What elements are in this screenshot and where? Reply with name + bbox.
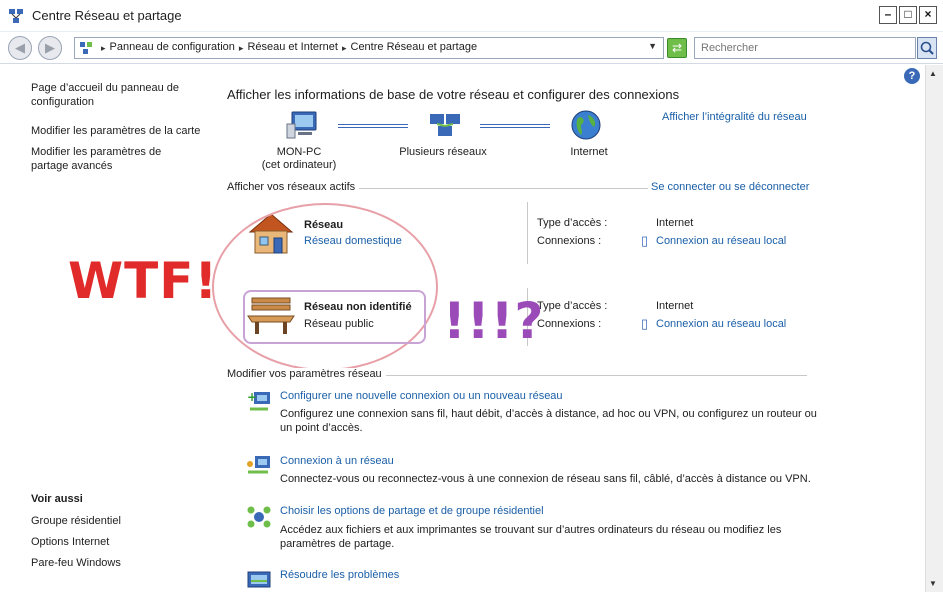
address-bar[interactable]: ▸ Panneau de configuration ▸ Réseau et I… [74, 37, 664, 59]
breadcrumb-item-control-panel[interactable]: Panneau de configuration [110, 41, 235, 55]
access-type-label: Type d’accès : [537, 300, 608, 312]
annotation-question: !!!? [443, 292, 545, 350]
modify-settings-title: Modifier vos paramètres réseau [227, 368, 386, 380]
breadcrumb-item-network-center[interactable]: Centre Réseau et partage [351, 41, 478, 55]
task-sharing-options[interactable]: Choisir les options de partage et de gro… [280, 505, 544, 517]
full-map-link[interactable]: Afficher l’intégralité du réseau [662, 111, 807, 123]
search-box [694, 37, 916, 59]
ethernet-icon: ▯ [641, 316, 649, 331]
map-node-networks: Plusieurs réseaux [399, 146, 487, 158]
connections-label: Connexions : [537, 318, 602, 330]
window-title: Centre Réseau et partage [32, 8, 182, 23]
networks-icon[interactable] [428, 110, 462, 140]
map-node-pc-sub: (cet ordinateur) [261, 159, 337, 171]
map-node-pc-label: MON-PC [276, 146, 322, 158]
task-new-connection[interactable]: Configurer une nouvelle connexion ou un … [280, 390, 563, 402]
access-type-label: Type d’accès : [537, 217, 608, 229]
connection-link[interactable]: Connexion au réseau local [656, 235, 786, 247]
sidebar-link-adapter-settings[interactable]: Modifier les paramètres de la carte [31, 124, 211, 138]
network-center-icon [9, 9, 23, 23]
annotation-box [243, 290, 426, 344]
task-new-connection-desc: Configurez une connexion sans fil, haut … [280, 408, 817, 434]
close-button[interactable]: × [919, 6, 937, 24]
annotation-wtf: WTF! [68, 252, 219, 310]
divider [527, 202, 528, 264]
globe-icon[interactable] [570, 109, 602, 141]
forward-button[interactable]: ▶ [38, 36, 62, 60]
computer-icon[interactable] [286, 110, 320, 140]
connections-label: Connexions : [537, 235, 602, 247]
active-networks-title: Afficher vos réseaux actifs [227, 181, 360, 193]
troubleshoot-icon [247, 571, 271, 588]
map-node-pc: MON-PC (cet ordinateur) [255, 146, 343, 172]
task-connect-network[interactable]: Connexion à un réseau [280, 455, 394, 467]
sidebar-link-advanced-sharing[interactable]: Modifier les paramètres de partage avanc… [31, 145, 171, 173]
connect-network-icon [247, 456, 270, 474]
new-connection-icon: + [247, 390, 270, 411]
help-button[interactable]: ? [904, 68, 920, 84]
access-type-value: Internet [656, 300, 694, 312]
search-button[interactable] [917, 37, 937, 59]
task-troubleshoot[interactable]: Résoudre les problèmes [280, 569, 399, 581]
connect-disconnect-link[interactable]: Se connecter ou se déconnecter [648, 181, 810, 193]
sidebar-link-firewall[interactable]: Pare-feu Windows [31, 556, 121, 570]
access-type-value: Internet [656, 217, 694, 229]
title-bar: Centre Réseau et partage – □ × [0, 0, 943, 32]
sharing-icon [247, 506, 271, 528]
sidebar-link-home[interactable]: Page d’accueil du panneau de configurati… [31, 81, 191, 109]
annotation-circle [212, 203, 438, 371]
ethernet-icon: ▯ [641, 233, 649, 248]
task-sharing-options-desc: Accédez aux fichiers et aux imprimantes … [280, 524, 782, 550]
chevron-down-icon[interactable]: ▼ [648, 41, 657, 51]
sidebar-link-homegroup[interactable]: Groupe résidentiel [31, 514, 121, 528]
map-connector [338, 124, 408, 128]
sidebar-link-internet-options[interactable]: Options Internet [31, 535, 109, 549]
connection-link[interactable]: Connexion au réseau local [656, 318, 786, 330]
search-icon [920, 41, 934, 55]
page-title: Afficher les informations de base de vot… [227, 87, 680, 102]
scroll-down-icon[interactable]: ▼ [929, 579, 937, 588]
address-bar-row: ◀ ▶ ▸ Panneau de configuration ▸ Réseau … [0, 32, 943, 64]
map-node-internet: Internet [570, 146, 608, 158]
svg-text:+: + [247, 390, 257, 404]
chevron-right-icon[interactable]: ▸ [342, 41, 347, 55]
map-connector [480, 124, 550, 128]
task-connect-network-desc: Connectez-vous ou reconnectez-vous à une… [280, 473, 811, 485]
vertical-scrollbar[interactable]: ▲ ▼ [925, 65, 943, 592]
maximize-button[interactable]: □ [899, 6, 917, 24]
chevron-right-icon: ▸ [101, 43, 106, 53]
back-button[interactable]: ◀ [8, 36, 32, 60]
chevron-right-icon[interactable]: ▸ [239, 41, 244, 55]
minimize-button[interactable]: – [879, 6, 897, 24]
scroll-up-icon[interactable]: ▲ [929, 69, 937, 78]
see-also-title: Voir aussi [31, 493, 83, 505]
breadcrumb-item-network-internet[interactable]: Réseau et Internet [247, 41, 338, 55]
control-panel-icon [80, 42, 92, 54]
search-input[interactable] [695, 38, 895, 58]
refresh-button[interactable]: ⇄ [667, 38, 687, 58]
breadcrumb: ▸ Panneau de configuration ▸ Réseau et I… [101, 41, 477, 55]
